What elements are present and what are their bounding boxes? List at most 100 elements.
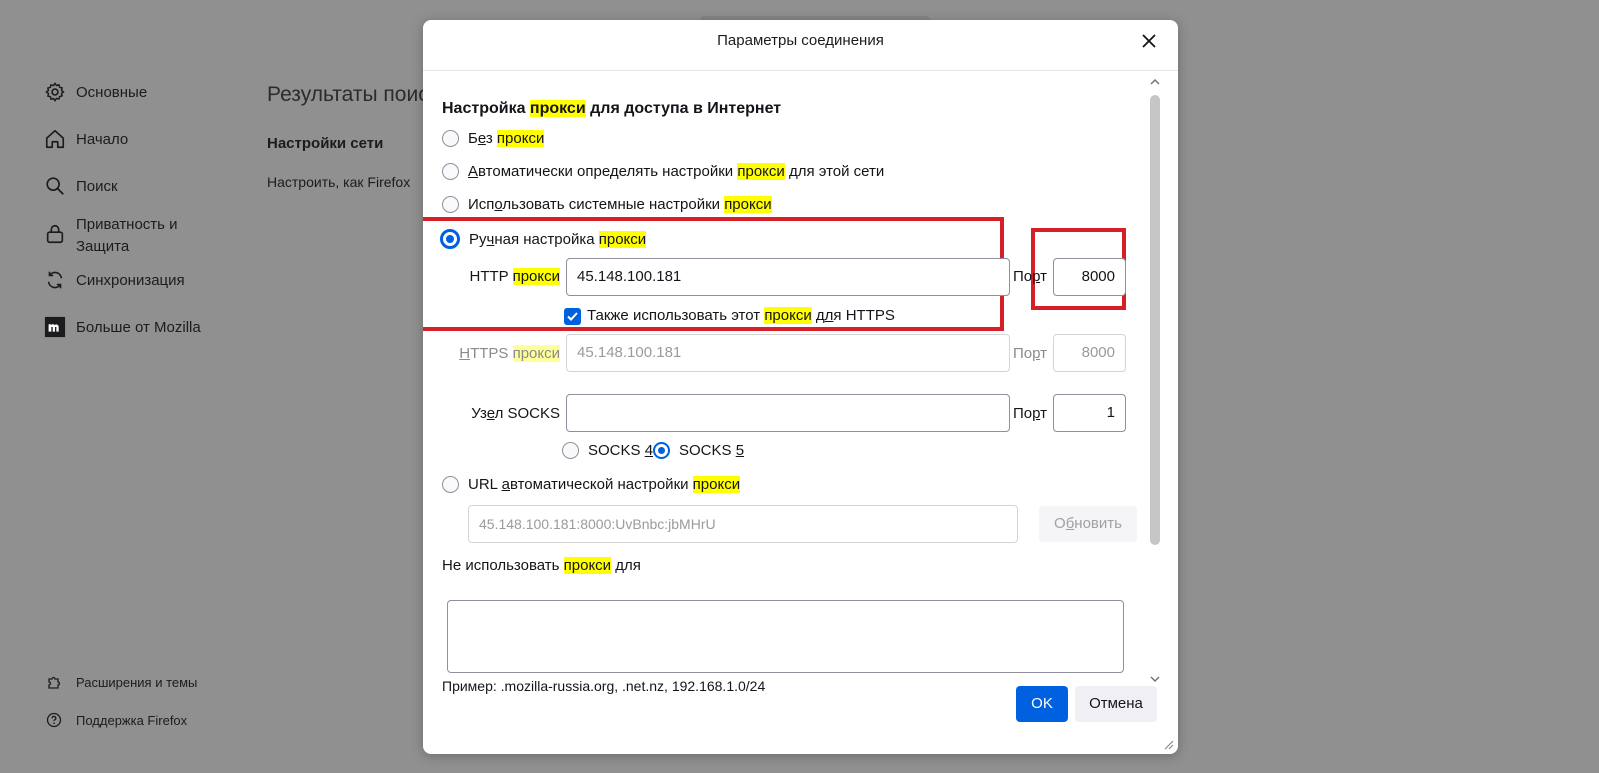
access-key: б <box>1065 515 1075 532</box>
nav-mozilla-label: Больше от Mozilla <box>76 318 201 336</box>
radio-button[interactable] <box>442 476 459 493</box>
label-part: для этой сети <box>784 163 885 180</box>
radio-auto-detect[interactable]: Автоматически определять настройки прокс… <box>442 163 884 180</box>
socks-host-input[interactable] <box>566 394 1010 432</box>
radio-button[interactable] <box>442 130 459 147</box>
access-key: 4 <box>644 442 654 459</box>
label-part: л SOCKS <box>494 405 560 422</box>
scrollbar-thumb[interactable] <box>1150 95 1160 545</box>
search-icon <box>46 177 64 195</box>
dialog-title: Параметры соединения <box>717 32 884 49</box>
label-part: Б <box>468 130 478 147</box>
access-key: р <box>1032 345 1041 362</box>
radio-socks4[interactable]: SOCKS 4 <box>562 442 653 459</box>
label-part: льзовать системные настройки <box>502 196 725 213</box>
http-port-input[interactable]: 8000 <box>1053 258 1126 296</box>
access-key: А <box>468 163 479 180</box>
refresh-button[interactable]: Обновить <box>1039 506 1137 542</box>
nav-sync[interactable]: Синхронизация <box>44 269 185 291</box>
nav-extensions-label: Расширения и темы <box>76 674 198 690</box>
label-part: т <box>1040 405 1048 422</box>
help-icon <box>46 712 62 728</box>
https-port-input[interactable]: 8000 <box>1053 334 1126 372</box>
socks-port-input[interactable]: 1 <box>1053 394 1126 432</box>
no-proxy-example: Пример: .mozilla-russia.org, .net.nz, 19… <box>442 678 766 694</box>
sync-icon <box>47 271 63 289</box>
access-key: е <box>477 130 486 147</box>
socks-host-label: Узел SOCKS <box>471 405 560 422</box>
label-part: SOCKS <box>679 442 736 459</box>
nav-search[interactable]: Поиск <box>44 175 118 197</box>
radio-button[interactable] <box>442 163 459 180</box>
label-part: Уз <box>471 405 487 422</box>
nav-privacy-line2: Защита <box>76 238 130 255</box>
access-key: е <box>486 405 495 422</box>
label-part: втоматически определять настройки <box>478 163 738 180</box>
access-key: р <box>1032 268 1041 285</box>
scroll-up-icon[interactable] <box>1149 76 1161 88</box>
radio-no-proxy[interactable]: Без прокси <box>442 130 545 147</box>
radio-manual-proxy[interactable]: Ручная настройка прокси <box>440 229 647 249</box>
radio-socks5[interactable]: SOCKS 5 <box>653 442 744 459</box>
access-key: H <box>459 345 471 362</box>
radio-system-proxy[interactable]: Использовать системные настройки прокси <box>442 196 772 213</box>
nav-search-label: Поиск <box>76 177 118 195</box>
radio-auto-config-url-label: URL автоматической настройки прокси <box>468 476 741 493</box>
label-part: я HTTPS <box>833 307 895 324</box>
network-settings-description: Настроить, как Firefox <box>267 174 411 190</box>
label-part: По <box>1013 345 1033 362</box>
search-highlight: прокси <box>563 557 612 574</box>
access-key: а <box>501 476 510 493</box>
search-highlight: прокси <box>598 230 647 248</box>
search-highlight: прокси <box>737 163 785 180</box>
label-part: По <box>1013 268 1033 285</box>
radio-button[interactable] <box>562 442 579 459</box>
resize-grip-icon[interactable] <box>1162 738 1174 750</box>
https-proxy-input[interactable]: 45.148.100.181 <box>566 334 1010 372</box>
radio-socks4-label: SOCKS 4 <box>588 442 653 459</box>
radio-button-selected[interactable] <box>653 442 670 459</box>
mozilla-icon <box>44 316 66 338</box>
access-key: р <box>1032 405 1041 422</box>
http-proxy-input[interactable]: 45.148.100.181 <box>566 258 1010 296</box>
radio-auto-detect-label: Автоматически определять настройки прокс… <box>468 163 884 180</box>
label-part: з <box>485 130 497 147</box>
nav-general-label: Основные <box>76 83 148 101</box>
radio-button-selected[interactable] <box>440 229 460 249</box>
label-part: т <box>1040 345 1048 362</box>
socks-port-label: Порт <box>1013 405 1047 422</box>
lock-icon <box>46 224 64 244</box>
https-proxy-label: HTTPS прокси <box>459 345 560 362</box>
ok-button[interactable]: OK <box>1016 686 1068 722</box>
nav-support-label: Поддержка Firefox <box>76 712 188 728</box>
label-part: д <box>811 307 825 324</box>
radio-system-proxy-label: Использовать системные настройки прокси <box>468 196 772 213</box>
nav-home[interactable]: Начало <box>44 128 128 150</box>
label-part: Не использовать <box>442 557 564 574</box>
search-highlight: прокси <box>496 130 545 147</box>
auto-config-url-input[interactable]: 45.148.100.181:8000:UvBnbc:jbMHrU <box>468 505 1018 543</box>
nav-extensions[interactable]: Расширения и темы <box>46 674 197 690</box>
radio-auto-config-url[interactable]: URL автоматической настройки прокси <box>442 476 741 493</box>
also-https-label: Также использовать этот прокси для HTTPS <box>587 307 895 324</box>
connection-settings-dialog: Параметры соединения Настройка прокси дл… <box>423 20 1178 754</box>
no-proxy-for-label: Не использовать прокси для <box>442 557 641 574</box>
search-highlight: прокси <box>692 476 741 493</box>
http-port-label: Порт <box>1013 268 1047 285</box>
also-https-checkbox[interactable] <box>564 308 581 325</box>
close-icon[interactable] <box>1138 30 1160 52</box>
label-part: т <box>1040 268 1048 285</box>
scroll-down-icon[interactable] <box>1149 673 1161 685</box>
nav-general[interactable]: Основные <box>44 81 147 103</box>
no-proxy-for-textarea[interactable] <box>447 600 1124 673</box>
label-part: URL <box>468 476 502 493</box>
radio-button[interactable] <box>442 196 459 213</box>
nav-privacy[interactable]: Приватность и Защита <box>44 214 178 258</box>
nav-mozilla[interactable]: Больше от Mozilla <box>44 316 201 338</box>
checkmark-icon <box>567 312 578 321</box>
network-settings-heading: Настройки сети <box>267 135 384 152</box>
cancel-button[interactable]: Отмена <box>1075 686 1157 722</box>
access-key: 5 <box>735 442 745 459</box>
nav-privacy-label: Приватность и Защита <box>76 214 178 258</box>
nav-support[interactable]: Поддержка Firefox <box>46 712 187 728</box>
